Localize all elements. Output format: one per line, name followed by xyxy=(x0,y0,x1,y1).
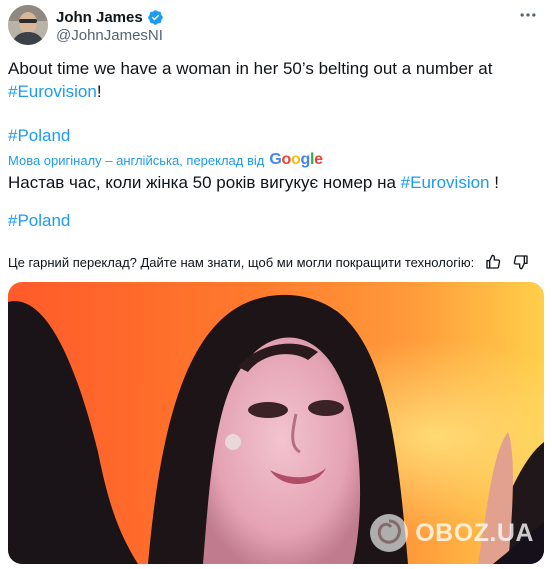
hashtag-eurovision-link[interactable]: #Eurovision xyxy=(8,82,97,101)
tweet-media-photo[interactable]: OBOZ.UA xyxy=(8,282,544,564)
translation-attribution-text: Мова оригіналу – англійська, переклад ві… xyxy=(8,152,265,168)
translated-text: Настав час, коли жінка 50 років вигукує … xyxy=(8,173,396,192)
watermark-text: OBOZ.UA xyxy=(415,518,534,547)
verified-badge-icon xyxy=(147,9,164,26)
media-watermark: OBOZ.UA xyxy=(369,513,534,553)
tweet-text-translated: Настав час, коли жінка 50 років вигукує … xyxy=(8,171,544,194)
google-logo-letter: G xyxy=(269,151,282,168)
translated-punctuation: ! xyxy=(494,173,499,192)
google-logo-letter: o xyxy=(281,151,292,168)
google-logo-letter: o xyxy=(291,151,301,168)
translation-feedback: Це гарний переклад? Дайте нам знати, щоб… xyxy=(8,251,544,273)
tweet-text-line: About time we have a woman in her 50’s b… xyxy=(8,59,493,78)
translation-attribution: Мова оригіналу – англійська, переклад ві… xyxy=(8,151,323,169)
hashtag-eurovision-translated-link[interactable]: #Eurovision xyxy=(401,173,490,192)
name-row: John James xyxy=(56,7,164,27)
tweet-text-original: About time we have a woman in her 50’s b… xyxy=(8,57,544,103)
google-logo-letter: g xyxy=(300,151,311,168)
hashtag-poland-translated-link[interactable]: #Poland xyxy=(8,211,70,230)
hashtag-poland-link[interactable]: #Poland xyxy=(8,126,70,145)
thumbs-up-icon[interactable] xyxy=(484,253,502,271)
tweet-text-punctuation: ! xyxy=(96,82,102,101)
thumbs-down-icon[interactable] xyxy=(512,253,530,271)
tweet: John James @JohnJamesNI About time we ha… xyxy=(0,0,552,569)
tweet-hashtag-original: #Poland xyxy=(8,124,544,147)
watermark-logo-icon xyxy=(370,514,409,552)
avatar[interactable] xyxy=(8,5,48,45)
tweet-header: John James @JohnJamesNI xyxy=(8,5,544,45)
google-logo-letter: e xyxy=(314,151,323,168)
display-name[interactable]: John James xyxy=(56,9,143,26)
feedback-question: Це гарний переклад? Дайте нам знати, щоб… xyxy=(8,254,475,270)
user-handle[interactable]: @JohnJamesNI xyxy=(56,27,163,44)
more-options-icon[interactable] xyxy=(516,5,540,25)
tweet-hashtag-translated: #Poland xyxy=(8,209,544,232)
google-logo: Google xyxy=(269,151,323,169)
